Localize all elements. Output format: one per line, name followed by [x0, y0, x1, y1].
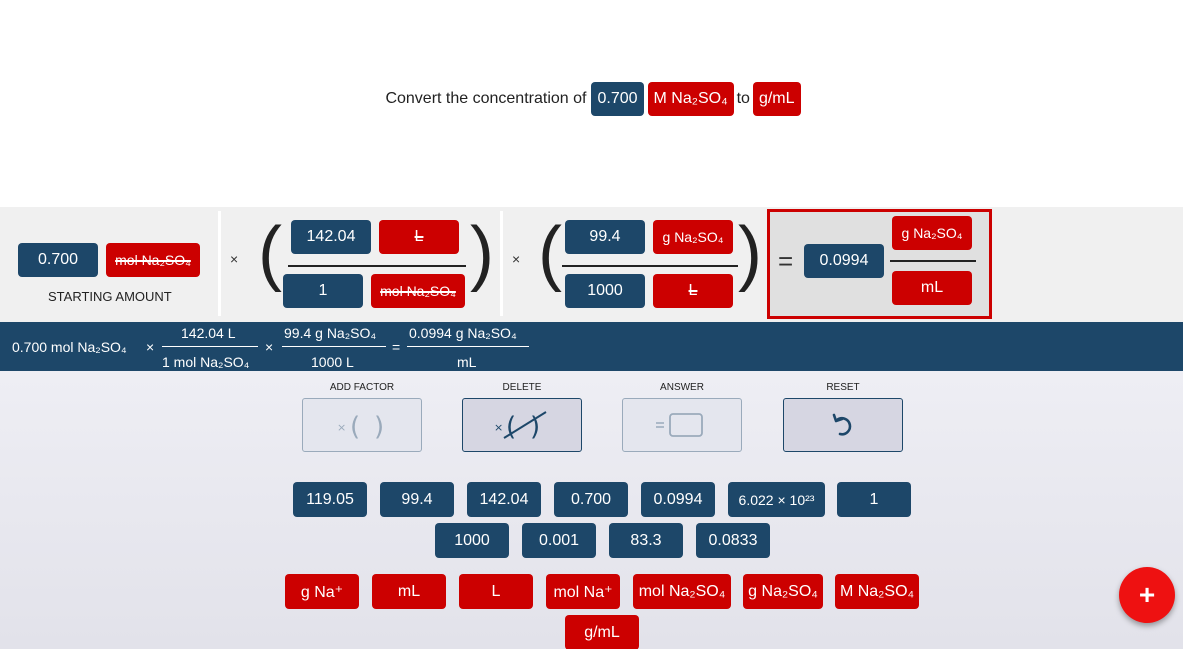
starting-value-tile[interactable]: 0.700: [18, 243, 98, 277]
unit-tile[interactable]: g Na⁺: [285, 574, 359, 609]
factor1-denominator-value[interactable]: 1: [283, 274, 363, 308]
number-tile[interactable]: 6.022 × 10²³: [728, 482, 825, 517]
unit-tile[interactable]: g/mL: [565, 615, 639, 649]
open-paren-1: (: [258, 213, 282, 293]
workspace: 0.700 mol Na₂SO₄ STARTING AMOUNT × ( 142…: [0, 207, 1183, 322]
unit-tile[interactable]: mol Na₂SO₄: [633, 574, 731, 609]
add-factor-button[interactable]: × ( ): [302, 398, 422, 452]
equals-sign: =: [778, 246, 794, 276]
conversion-page: Convert the concentration of 0.700 M Na₂…: [0, 0, 1183, 649]
equals-box-icon: [656, 413, 703, 437]
answer-button[interactable]: [622, 398, 742, 452]
answer-box: = 0.0994 g Na₂SO₄ mL: [767, 209, 992, 319]
summary-bar: 0.700 mol Na₂SO₄ × 142.04 L 1 mol Na₂SO₄…: [0, 322, 1183, 371]
answer-fraction-line: [890, 260, 976, 262]
factor2-fraction-line: [562, 265, 738, 267]
delete-button[interactable]: × ( ): [462, 398, 582, 452]
question-target-unit: g/mL: [752, 82, 801, 116]
multiply-parentheses-icon: × ( ): [337, 412, 384, 442]
starting-unit-tile[interactable]: mol Na₂SO₄: [106, 243, 200, 277]
number-tile[interactable]: 99.4: [380, 482, 454, 517]
unit-tile[interactable]: g Na₂SO₄: [743, 574, 823, 609]
add-button[interactable]: +: [1119, 567, 1175, 623]
question-unit: M Na₂SO₄: [647, 82, 734, 116]
answer-label: ANSWER: [660, 382, 704, 393]
close-paren-2: ): [738, 213, 762, 293]
unit-tile[interactable]: mL: [372, 574, 446, 609]
factor2-numerator-value[interactable]: 99.4: [565, 220, 645, 254]
question-prefix: Convert the concentration of: [385, 90, 587, 107]
summary-times-1: ×: [146, 339, 155, 355]
summary-f1-den: 1 mol Na₂SO₄: [162, 354, 250, 370]
number-tile[interactable]: 0.700: [554, 482, 628, 517]
delete-label: DELETE: [502, 382, 542, 393]
number-tile[interactable]: 1: [837, 482, 911, 517]
answer-value-tile[interactable]: 0.0994: [804, 244, 884, 278]
summary-start: 0.700 mol Na₂SO₄: [12, 339, 127, 355]
undo-arrow-icon: [832, 413, 852, 436]
answer-denominator-unit[interactable]: mL: [892, 271, 972, 305]
reset-button[interactable]: [783, 398, 903, 452]
summary-f2-num: 99.4 g Na₂SO₄: [284, 325, 377, 341]
number-tile[interactable]: 119.05: [293, 482, 367, 517]
factor2-denominator-unit[interactable]: L: [653, 274, 733, 308]
unit-tile[interactable]: mol Na⁺: [546, 574, 620, 609]
factor2-denominator-value[interactable]: 1000: [565, 274, 645, 308]
summary-f2-line: [282, 346, 386, 347]
plus-icon: +: [1138, 579, 1156, 610]
answer-numerator-unit[interactable]: g Na₂SO₄: [892, 216, 972, 250]
factor1-numerator-unit-label: L: [414, 228, 424, 245]
separator-1: [218, 211, 221, 316]
svg-text:×: ×: [494, 421, 503, 434]
number-tile[interactable]: 0.0833: [696, 523, 770, 558]
number-tile[interactable]: 1000: [435, 523, 509, 558]
number-tile[interactable]: 83.3: [609, 523, 683, 558]
question-prompt: Convert the concentration of 0.700 M Na₂…: [0, 82, 1183, 116]
summary-f2-den: 1000 L: [311, 354, 354, 370]
factor1-fraction-line: [288, 265, 466, 267]
factor1-numerator-value[interactable]: 142.04: [291, 220, 371, 254]
separator-2: [500, 211, 503, 316]
svg-text:(: (: [350, 412, 360, 442]
svg-text:×: ×: [337, 421, 346, 434]
summary-f1-line: [162, 346, 258, 347]
close-paren-1: ): [470, 213, 494, 293]
summary-equals: =: [392, 339, 401, 355]
question-value: 0.700: [591, 82, 644, 116]
factor2-denominator-unit-label: L: [688, 282, 698, 299]
factor1-numerator-unit[interactable]: L: [379, 220, 459, 254]
summary-res-den: mL: [457, 354, 477, 370]
number-tile[interactable]: 142.04: [467, 482, 541, 517]
times-sign-1: ×: [230, 251, 239, 267]
summary-res-num: 0.0994 g Na₂SO₄: [409, 325, 517, 341]
factor1-denominator-unit[interactable]: mol Na₂SO₄: [371, 274, 465, 308]
question-connector: to: [736, 90, 750, 107]
unit-tile[interactable]: L: [459, 574, 533, 609]
factor2-numerator-unit[interactable]: g Na₂SO₄: [653, 220, 733, 254]
starting-amount-label: STARTING AMOUNT: [48, 289, 172, 304]
strikethrough-factor-icon: × ( ): [494, 411, 547, 442]
svg-text:): ): [374, 412, 384, 442]
svg-text:(: (: [506, 412, 516, 442]
summary-times-2: ×: [265, 339, 274, 355]
number-tile[interactable]: 0.0994: [641, 482, 715, 517]
summary-f1-num: 142.04 L: [181, 325, 236, 341]
reset-label: RESET: [826, 382, 860, 393]
controls-panel: ADD FACTOR × ( ) DELETE × ( ) ANSWER RES…: [0, 371, 1183, 649]
add-factor-label: ADD FACTOR: [329, 382, 395, 393]
summary-res-line: [407, 346, 529, 347]
open-paren-2: (: [538, 213, 562, 293]
times-sign-2: ×: [512, 251, 521, 267]
unit-tile[interactable]: M Na₂SO₄: [835, 574, 919, 609]
number-tile[interactable]: 0.001: [522, 523, 596, 558]
